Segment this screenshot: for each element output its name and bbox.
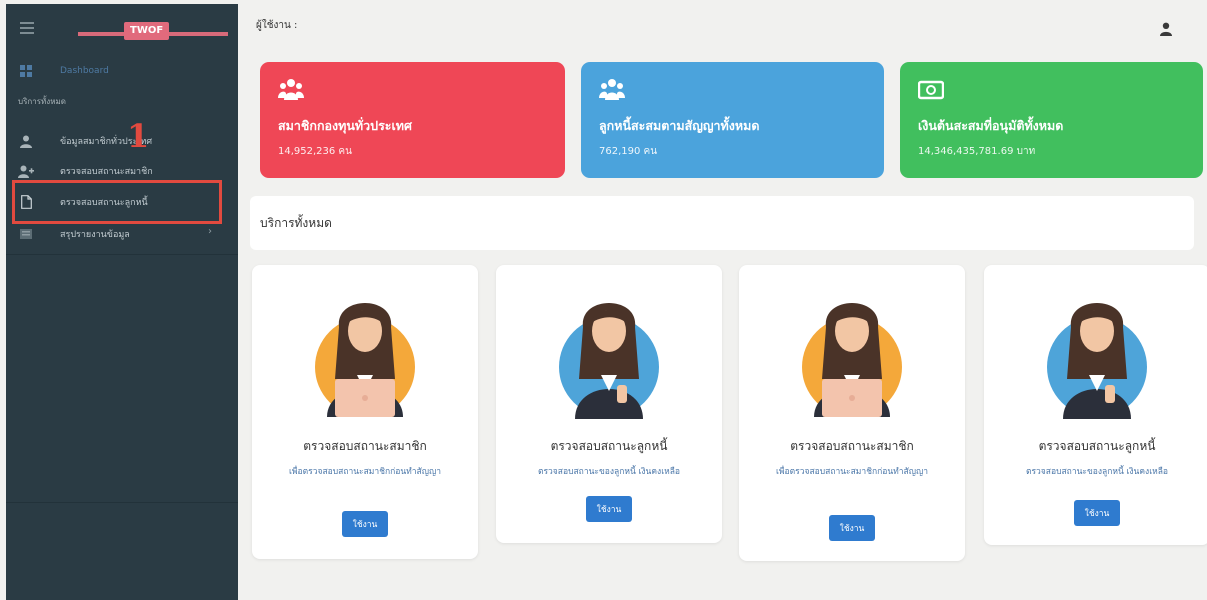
user-icon [18,134,34,148]
use-button[interactable]: ใช้งาน [829,515,875,541]
user-plus-icon [18,164,34,178]
sidebar-item-label: ตรวจสอบสถานะสมาชิก [60,167,153,177]
user-account-icon[interactable] [1160,22,1172,36]
service-card-debtor-status: ตรวจสอบสถานะลูกหนี้ ตรวจสอบสถานะของลูกหน… [496,265,722,543]
service-card-title: ตรวจสอบสถานะลูกหนี้ [1038,439,1156,453]
sidebar-topbar: TWOF [6,4,238,52]
hamburger-menu-icon[interactable] [20,22,34,34]
service-card-member-status-2: ตรวจสอบสถานะสมาชิก เพื่อตรวจสอบสถานะสมาช… [739,265,965,561]
money-icon [918,80,944,100]
sidebar-section-title: บริการทั้งหมด [18,97,66,106]
sidebar-item-check-member-status[interactable]: ตรวจสอบสถานะสมาชิก [18,160,153,182]
sidebar-divider [6,502,238,503]
service-card-desc: เพื่อตรวจสอบสถานะสมาชิกก่อนทำสัญญา [289,467,441,477]
dashboard-icon [18,64,34,78]
woman-laptop-illustration [315,303,415,417]
stat-card-debtors: ลูกหนี้สะสมตามสัญญาทั้งหมด 762,190 คน [581,62,884,178]
service-card-title: ตรวจสอบสถานะสมาชิก [790,439,914,453]
sidebar-divider [6,254,238,255]
service-card-desc: ตรวจสอบสถานะของลูกหนี้ เงินคงเหลือ [1025,467,1169,477]
stat-value: 14,952,236 คน [278,146,352,157]
service-card-debtor-status-2: ตรวจสอบสถานะลูกหนี้ ตรวจสอบสถานะของลูกหน… [984,265,1207,545]
users-icon [278,79,304,100]
users-icon [599,79,625,100]
sidebar-item-report-summary[interactable]: สรุปรายงานข้อมูล [18,223,130,245]
service-card-title: ตรวจสอบสถานะลูกหนี้ [550,439,668,453]
annotation-step-number: 1 [127,117,150,155]
stat-title: เงินต้นสะสมที่อนุมัติทั้งหมด [918,118,1064,133]
woman-laptop-illustration [802,303,902,417]
sidebar: TWOF Dashboard บริการทั้งหมด ข้อมูลสมาชิ… [6,4,238,600]
stat-title: สมาชิกกองทุนทั่วประเทศ [278,118,412,133]
service-card-member-status: ตรวจสอบสถานะสมาชิก เพื่อตรวจสอบสถานะสมาช… [252,265,478,559]
stat-title: ลูกหนี้สะสมตามสัญญาทั้งหมด [599,118,760,133]
sidebar-item-label: Dashboard [60,66,109,76]
services-title: บริการทั้งหมด [260,216,332,230]
service-card-desc: ตรวจสอบสถานะของลูกหนี้ เงินคงเหลือ [537,467,681,477]
woman-phone-illustration [1047,303,1147,419]
sidebar-item-dashboard[interactable]: Dashboard [18,60,109,82]
use-button[interactable]: ใช้งาน [586,496,632,522]
service-card-desc: เพื่อตรวจสอบสถานะสมาชิกก่อนทำสัญญา [776,467,928,477]
chevron-right-icon[interactable]: › [208,226,212,237]
services-header: บริการทั้งหมด [250,196,1194,250]
woman-phone-illustration [559,303,659,419]
annotation-highlight-box [12,180,222,224]
user-label: ผู้ใช้งาน : [256,20,298,31]
service-card-title: ตรวจสอบสถานะสมาชิก [303,439,427,453]
use-button[interactable]: ใช้งาน [342,511,388,537]
stat-value: 762,190 คน [599,146,658,157]
sidebar-item-label: สรุปรายงานข้อมูล [60,230,130,240]
stat-card-members: สมาชิกกองทุนทั่วประเทศ 14,952,236 คน [260,62,565,178]
logo[interactable]: TWOF [124,22,170,40]
use-button[interactable]: ใช้งาน [1074,500,1120,526]
stat-value: 14,346,435,781.69 บาท [918,146,1036,157]
chart-icon [18,227,34,241]
stat-card-principal: เงินต้นสะสมที่อนุมัติทั้งหมด 14,346,435,… [900,62,1203,178]
